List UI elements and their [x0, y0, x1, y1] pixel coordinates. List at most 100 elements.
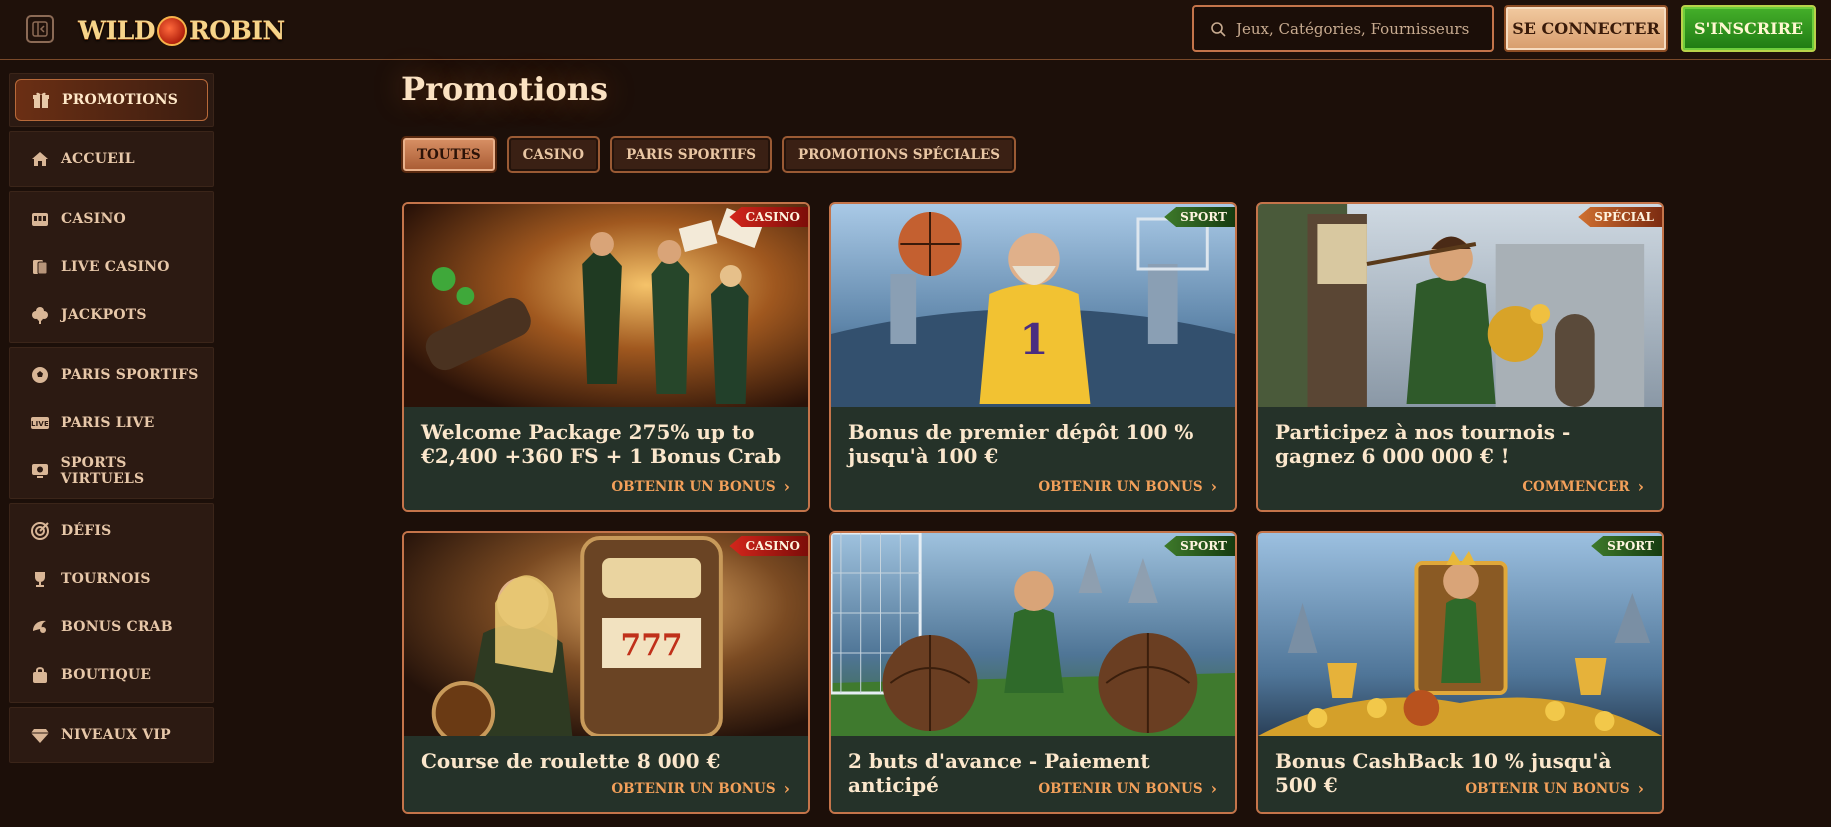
promo-card-image — [831, 533, 1235, 736]
target-icon — [28, 521, 52, 541]
sidebar-group-sports: PARIS SPORTIFS LIVE PARIS LIVE SPORTS VI… — [9, 347, 214, 499]
promo-cta-label: COMMENCER — [1522, 478, 1630, 495]
top-header: WILD ROBIN SE CONNECTER S'INSCRIRE — [0, 0, 1831, 60]
chevron-right-icon: › — [1210, 779, 1217, 798]
promo-cta-link[interactable]: OBTENIR UN BONUS › — [1465, 779, 1644, 798]
tab-casino[interactable]: CASINO — [506, 136, 601, 173]
sidebar-item-label: SPORTS VIRTUELS — [60, 455, 145, 487]
promo-card-body: Bonus CashBack 10 % jusqu'à 500 € OBTENI… — [1258, 736, 1662, 812]
promo-card-title: Participez à nos tournois - gagnez 6 000… — [1275, 420, 1571, 468]
svg-text:1: 1 — [1020, 315, 1049, 364]
sidebar-group-casino: CASINO LIVE CASINO JACKPOTS — [9, 191, 214, 343]
football-icon — [28, 365, 52, 385]
sidebar-item-paris-sportifs[interactable]: PARIS SPORTIFS — [10, 351, 213, 399]
chevron-right-icon: › — [1637, 477, 1644, 496]
promo-cta-link[interactable]: OBTENIR UN BONUS › — [611, 779, 790, 798]
svg-text:777: 777 — [621, 628, 683, 663]
clover-icon — [28, 305, 52, 325]
home-icon — [28, 149, 52, 169]
promo-card[interactable]: SPORT 2 buts d'avance - Paiement anticip… — [829, 531, 1237, 814]
trophy-icon — [28, 569, 52, 589]
promo-card-image — [404, 204, 808, 407]
logo-target-icon — [157, 16, 188, 46]
sidebar-group-rewards: DÉFIS TOURNOIS BONUS CRAB BOUTIQUE — [9, 503, 214, 703]
page-title: Promotions — [401, 70, 609, 108]
chevron-right-icon: › — [1210, 477, 1217, 496]
sidebar-item-paris-live[interactable]: LIVE PARIS LIVE — [10, 399, 213, 447]
promo-card[interactable]: 777 CASINO Course de roulette 8 000 € OB… — [402, 531, 810, 814]
promo-card-title: Bonus de premier dépôt 100 % jusqu'à 100… — [848, 420, 1194, 468]
promo-card-body: Welcome Package 275% up to €2,400 +360 F… — [404, 407, 808, 510]
sidebar-group-home: ACCUEIL — [9, 131, 214, 187]
register-button[interactable]: S'INSCRIRE — [1681, 5, 1816, 52]
category-badge: SPORT — [1164, 536, 1235, 556]
chevron-right-icon: › — [783, 477, 790, 496]
promo-card[interactable]: 1 SPORT Bonus de premier dépôt 100 % jus… — [829, 202, 1237, 512]
chevron-right-icon: › — [783, 779, 790, 798]
promo-cta-link[interactable]: OBTENIR UN BONUS › — [1038, 779, 1217, 798]
promo-card-image — [1258, 533, 1662, 736]
category-badge: CASINO — [729, 207, 808, 227]
category-badge: SPORT — [1591, 536, 1662, 556]
login-button[interactable]: SE CONNECTER — [1504, 5, 1668, 52]
logo-text-right: ROBIN — [189, 15, 285, 45]
category-badge: SPÉCIAL — [1578, 207, 1662, 227]
sidebar-item-label: ACCUEIL — [61, 151, 135, 167]
promo-card-body: Course de roulette 8 000 € OBTENIR UN BO… — [404, 736, 808, 812]
sidebar-item-live-casino[interactable]: LIVE CASINO — [10, 243, 213, 291]
sidebar-item-boutique[interactable]: BOUTIQUE — [10, 651, 213, 699]
promo-cta-label: OBTENIR UN BONUS — [611, 780, 776, 797]
wild-robin-logo[interactable]: WILD ROBIN — [78, 8, 285, 52]
promo-card-image: 777 — [404, 533, 808, 736]
sidebar-item-label: PARIS LIVE — [61, 415, 155, 431]
sidebar-group-vip: NIVEAUX VIP — [9, 707, 214, 763]
promo-cta-label: OBTENIR UN BONUS — [1038, 780, 1203, 797]
promo-cta-label: OBTENIR UN BONUS — [611, 478, 776, 495]
sidebar-item-bonus-crab[interactable]: BONUS CRAB — [10, 603, 213, 651]
sidebar-item-label: PROMOTIONS — [62, 92, 179, 108]
tab-promotions-speciales[interactable]: PROMOTIONS SPÉCIALES — [782, 136, 1017, 173]
promo-card[interactable]: SPORT Bonus CashBack 10 % jusqu'à 500 € … — [1256, 531, 1664, 814]
sidebar-item-accueil[interactable]: ACCUEIL — [10, 135, 213, 183]
promo-cta-link[interactable]: OBTENIR UN BONUS › — [611, 477, 790, 496]
promo-cta-link[interactable]: COMMENCER › — [1522, 477, 1644, 496]
search-input[interactable] — [1236, 19, 1476, 38]
promo-card[interactable]: CASINO Welcome Package 275% up to €2,400… — [402, 202, 810, 512]
promo-card-title: Course de roulette 8 000 € — [421, 749, 721, 773]
diamond-icon — [28, 725, 52, 745]
promo-card-image: 1 — [831, 204, 1235, 407]
promo-card-body: Participez à nos tournois - gagnez 6 000… — [1258, 407, 1662, 510]
sidebar-item-label: NIVEAUX VIP — [61, 727, 171, 743]
promo-cta-label: OBTENIR UN BONUS — [1038, 478, 1203, 495]
sidebar-item-label: DÉFIS — [61, 523, 112, 539]
crab-icon — [28, 617, 52, 637]
search-box[interactable] — [1192, 5, 1494, 52]
sidebar-item-label: TOURNOIS — [61, 571, 151, 587]
tab-paris-sportifs[interactable]: PARIS SPORTIFS — [610, 136, 773, 173]
promo-card-body: Bonus de premier dépôt 100 % jusqu'à 100… — [831, 407, 1235, 510]
shopping-bag-icon — [28, 665, 52, 685]
category-badge: SPORT — [1164, 207, 1235, 227]
promo-card-image — [1258, 204, 1662, 407]
logo-text-left: WILD — [78, 15, 156, 45]
virtual-sports-icon — [28, 461, 52, 481]
sidebar-item-sports-virtuels[interactable]: SPORTS VIRTUELS — [10, 447, 213, 495]
sidebar-item-defis[interactable]: DÉFIS — [10, 507, 213, 555]
sidebar-item-promotions[interactable]: PROMOTIONS — [15, 79, 208, 121]
search-icon — [1211, 21, 1226, 37]
sidebar-item-niveaux-vip[interactable]: NIVEAUX VIP — [10, 711, 213, 759]
sidebar-item-label: CASINO — [61, 211, 126, 227]
sidebar-item-label: PARIS SPORTIFS — [61, 367, 199, 383]
tab-toutes[interactable]: TOUTES — [401, 136, 497, 173]
promo-cta-label: OBTENIR UN BONUS — [1465, 780, 1630, 797]
sidebar-toggle-icon[interactable] — [26, 15, 54, 43]
cards-icon — [28, 257, 52, 277]
live-icon: LIVE — [28, 413, 52, 433]
sidebar-item-casino[interactable]: CASINO — [10, 195, 213, 243]
sidebar-item-tournois[interactable]: TOURNOIS — [10, 555, 213, 603]
promo-card[interactable]: SPÉCIAL Participez à nos tournois - gagn… — [1256, 202, 1664, 512]
promo-cta-link[interactable]: OBTENIR UN BONUS › — [1038, 477, 1217, 496]
sidebar-item-jackpots[interactable]: JACKPOTS — [10, 291, 213, 339]
slot-machine-icon — [28, 209, 52, 229]
sidebar-group-promotions: PROMOTIONS — [9, 73, 214, 127]
